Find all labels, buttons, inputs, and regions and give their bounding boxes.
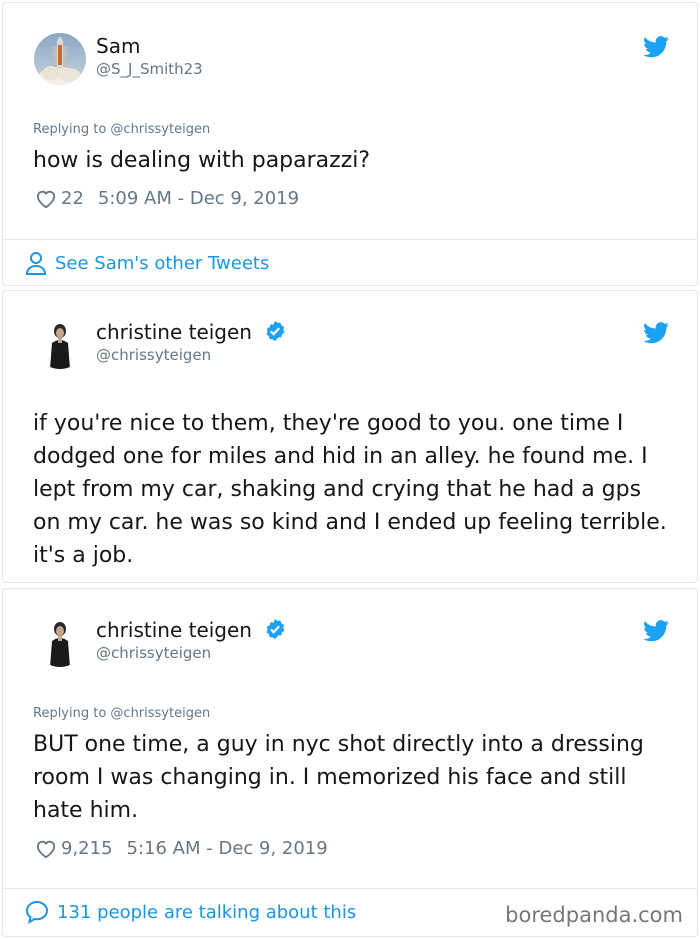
display-name-text[interactable]: christine teigen xyxy=(96,618,252,642)
verified-badge-icon xyxy=(266,618,285,640)
replying-to[interactable]: Replying to @chrissyteigen xyxy=(33,122,210,137)
handle[interactable]: @S_J_Smith23 xyxy=(96,60,203,78)
timestamp[interactable]: 5:09 AM - Dec 9, 2019 xyxy=(98,188,299,209)
heart-icon[interactable] xyxy=(35,839,57,859)
avatar[interactable] xyxy=(34,317,86,369)
display-name[interactable]: Sam xyxy=(96,34,140,58)
display-name[interactable]: christine teigen xyxy=(96,618,286,642)
tweet-card-sam: Sam @S_J_Smith23 Replying to @chrissytei… xyxy=(2,2,698,286)
watermark: boredpanda.com xyxy=(505,903,683,927)
tweet-meta: 22 5:09 AM - Dec 9, 2019 xyxy=(35,188,299,209)
display-name-text[interactable]: christine teigen xyxy=(96,320,252,344)
divider xyxy=(3,239,697,240)
conversation-label[interactable]: 131 people are talking about this xyxy=(57,902,356,923)
see-other-tweets-label[interactable]: See Sam's other Tweets xyxy=(55,253,269,274)
heart-icon[interactable] xyxy=(35,189,57,209)
divider xyxy=(3,888,697,889)
twitter-bird-icon[interactable] xyxy=(643,36,669,58)
tweet-card-teigen-2: christine teigen @chrissyteigen Replying… xyxy=(2,588,698,937)
tweet-text: BUT one time, a guy in nyc shot directly… xyxy=(33,732,644,823)
tweet-card-teigen-1: christine teigen @chrissyteigen if you'r… xyxy=(2,290,698,583)
see-other-tweets-link[interactable]: See Sam's other Tweets xyxy=(25,251,269,275)
replying-to[interactable]: Replying to @chrissyteigen xyxy=(33,706,210,721)
handle[interactable]: @chrissyteigen xyxy=(96,346,211,364)
verified-badge-icon xyxy=(266,320,285,342)
avatar[interactable] xyxy=(34,33,86,85)
like-count[interactable]: 22 xyxy=(61,188,84,209)
twitter-bird-icon[interactable] xyxy=(643,620,669,642)
tweet-text: how is dealing with paparazzi? xyxy=(33,148,371,173)
tweet-meta: 9,215 5:16 AM - Dec 9, 2019 xyxy=(35,838,328,859)
speech-bubble-icon xyxy=(25,900,49,924)
tweet-text: if you're nice to them, they're good to … xyxy=(33,411,667,568)
timestamp[interactable]: 5:16 AM - Dec 9, 2019 xyxy=(127,838,328,859)
like-count[interactable]: 9,215 xyxy=(61,838,113,859)
twitter-bird-icon[interactable] xyxy=(643,322,669,344)
person-icon xyxy=(25,252,47,275)
avatar[interactable] xyxy=(34,615,86,667)
display-name[interactable]: christine teigen xyxy=(96,320,286,344)
handle[interactable]: @chrissyteigen xyxy=(96,644,211,662)
conversation-link[interactable]: 131 people are talking about this xyxy=(25,900,356,924)
